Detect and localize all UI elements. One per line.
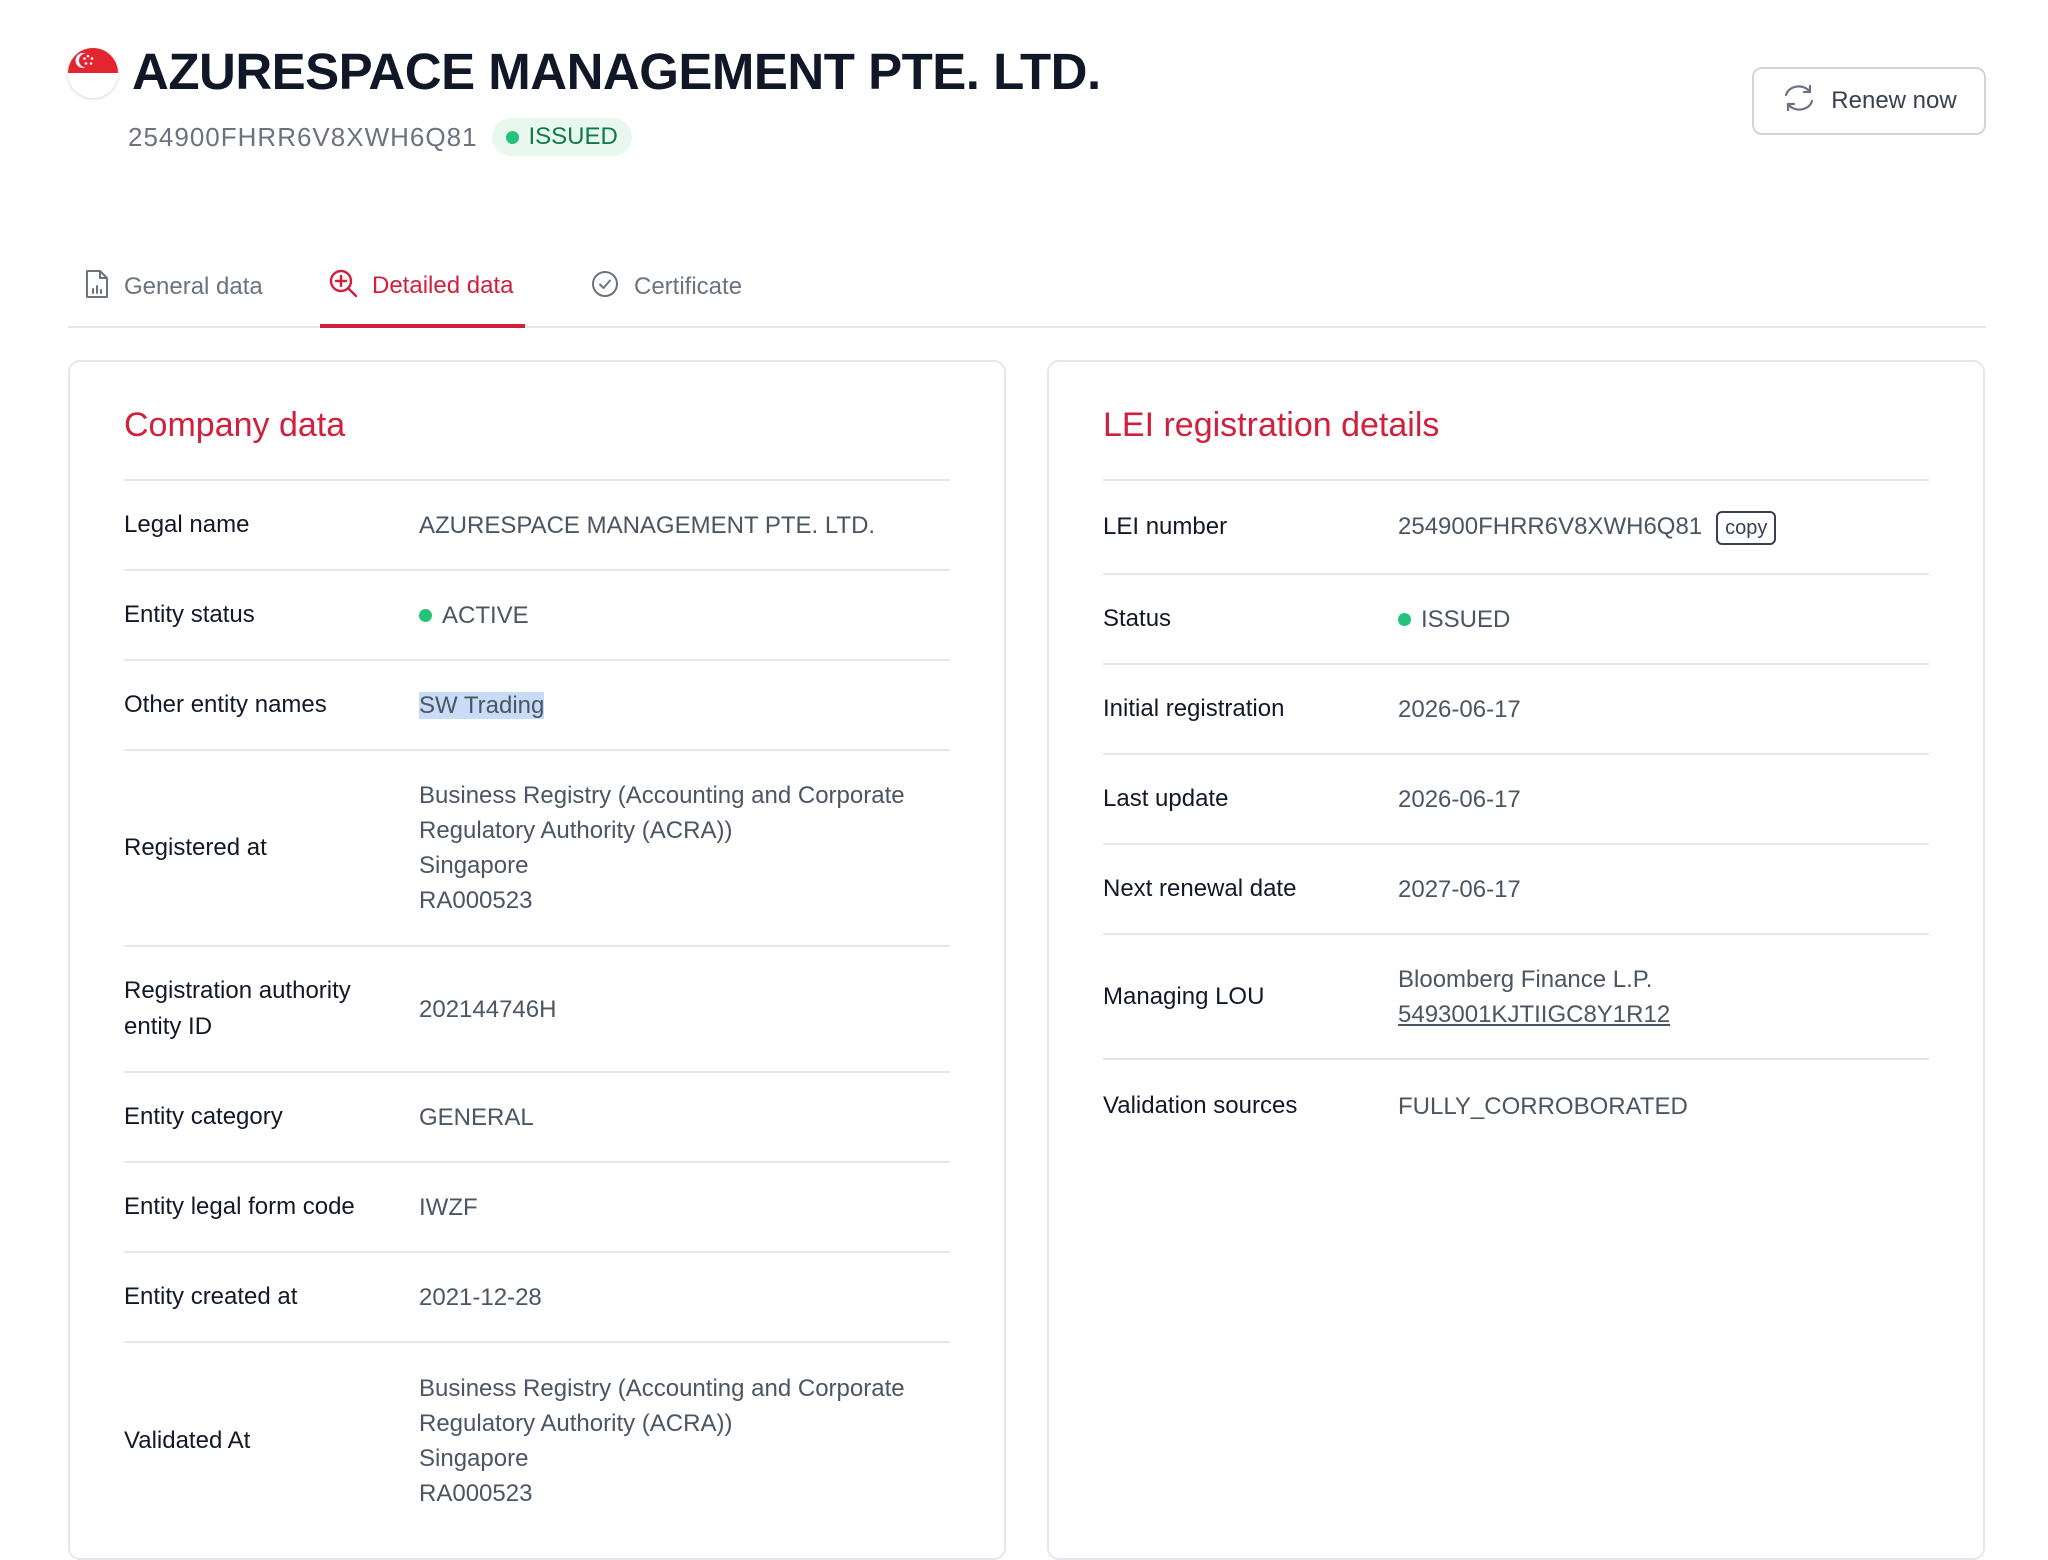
tab-label: General data <box>124 273 263 300</box>
value-line: Regulatory Authority (ACRA)) <box>419 1410 733 1437</box>
managing-lou-name: Bloomberg Finance L.P. <box>1398 965 1653 993</box>
document-chart-icon <box>84 269 110 306</box>
entity-category-value: GENERAL <box>419 1103 534 1131</box>
company-data-card: Company data Legal name AZURESPACE MANAG… <box>68 360 1006 1560</box>
zoom-in-icon <box>328 268 358 305</box>
header-lei-number: 254900FHRR6V8XWH6Q81 <box>128 121 478 152</box>
refresh-icon <box>1781 83 1817 120</box>
managing-lou-link[interactable]: 5493001KJTIIGC8Y1R12 <box>1398 997 1670 1032</box>
lei-registration-card: LEI registration details LEI number 2549… <box>1047 360 1985 1560</box>
company-data-title: Company data <box>124 406 346 444</box>
next-renewal-date-value: 2027-06-17 <box>1398 875 1521 903</box>
managing-lou-value: Bloomberg Finance L.P. 5493001KJTIIGC8Y1… <box>1398 962 1670 1032</box>
lei-row-last-update: Last update 2026-06-17 <box>1103 755 1929 845</box>
row-label: Entity status <box>124 601 255 628</box>
value-line: RA000523 <box>419 887 533 914</box>
lei-registration-list: LEI number 254900FHRR6V8XWH6Q81 copy Stat… <box>1103 479 1929 1152</box>
company-row-validated-at: Validated At Business Registry (Accounti… <box>124 1343 950 1539</box>
row-label: Entity created at <box>124 1283 298 1310</box>
singapore-flag-icon <box>68 48 118 98</box>
company-row-registered-at: Registered at Business Registry (Account… <box>124 751 950 947</box>
initial-registration-value: 2026-06-17 <box>1398 695 1521 723</box>
label-line: Registration authority <box>124 977 351 1004</box>
tab-label: Detailed data <box>372 272 514 299</box>
tab-detailed-data[interactable]: Detailed data <box>320 248 525 328</box>
status-badge: ISSUED <box>491 118 632 156</box>
last-update-value: 2026-06-17 <box>1398 785 1521 813</box>
lei-row-lei-number: LEI number 254900FHRR6V8XWH6Q81 copy <box>1103 481 1929 575</box>
copy-button[interactable]: copy <box>1716 510 1777 545</box>
row-label: Initial registration <box>1103 695 1285 722</box>
selected-text[interactable]: SW Trading <box>419 691 545 719</box>
legal-name-value: AZURESPACE MANAGEMENT PTE. LTD. <box>419 511 876 539</box>
value-line: Regulatory Authority (ACRA)) <box>419 817 733 844</box>
lei-row-initial-registration: Initial registration 2026-06-17 <box>1103 665 1929 755</box>
tab-certificate[interactable]: Certificate <box>582 248 750 326</box>
lei-number-text: 254900FHRR6V8XWH6Q81 <box>1398 513 1703 541</box>
header-subline: 254900FHRR6V8XWH6Q81 ISSUED <box>128 118 632 156</box>
value-line: Business Registry (Accounting and Corpor… <box>419 782 905 809</box>
row-label: Managing LOU <box>1103 982 1265 1010</box>
lei-row-managing-lou: Managing LOU Bloomberg Finance L.P. 5493… <box>1103 935 1929 1060</box>
lei-row-next-renewal-date: Next renewal date 2027-06-17 <box>1103 845 1929 935</box>
company-row-entity-status: Entity status ACTIVE <box>124 571 950 661</box>
lei-registration-title: LEI registration details <box>1103 406 1440 444</box>
page-title: AZURESPACE MANAGEMENT PTE. LTD. <box>132 43 1101 100</box>
validation-sources-value: FULLY_CORROBORATED <box>1398 1092 1688 1120</box>
lei-row-status: Status ISSUED <box>1103 575 1929 665</box>
company-row-entity-category: Entity category GENERAL <box>124 1073 950 1163</box>
value-line: Singapore <box>419 852 529 879</box>
company-row-legal-form-code: Entity legal form code IWZF <box>124 1163 950 1253</box>
status-badge-label: ISSUED <box>528 123 618 150</box>
value-line: Singapore <box>419 1445 529 1472</box>
validated-at-value: Business Registry (Accounting and Corpor… <box>419 1371 905 1511</box>
lei-number-value: 254900FHRR6V8XWH6Q81 copy <box>1398 509 1777 545</box>
registered-at-value: Business Registry (Accounting and Corpor… <box>419 778 905 918</box>
company-row-other-names: Other entity names SW Trading <box>124 661 950 751</box>
row-label: Legal name <box>124 511 250 538</box>
tab-bar: General data Detailed data Certificate <box>68 248 1986 328</box>
other-entity-names-value[interactable]: SW Trading <box>419 688 545 723</box>
tab-general-data[interactable]: General data <box>76 248 271 326</box>
row-label: Registered at <box>124 834 267 861</box>
value-line: Business Registry (Accounting and Corpor… <box>419 1375 905 1402</box>
label-line: entity ID <box>124 1013 213 1040</box>
status-dot-icon <box>1398 612 1411 626</box>
row-label: Validation sources <box>1103 1092 1298 1119</box>
renew-now-button[interactable]: Renew now <box>1752 67 1986 135</box>
row-label: Entity category <box>124 1103 283 1130</box>
entity-created-at-value: 2021-12-28 <box>419 1283 542 1311</box>
row-label: Registration authority entity ID <box>124 973 419 1045</box>
registration-authority-id-value: 202144746H <box>419 995 557 1023</box>
company-row-legal-name: Legal name AZURESPACE MANAGEMENT PTE. LT… <box>124 481 950 571</box>
status-dot-icon <box>505 130 519 144</box>
row-label: Validated At <box>124 1427 251 1454</box>
row-label: Entity legal form code <box>124 1193 355 1220</box>
row-label: Next renewal date <box>1103 875 1297 902</box>
tab-label: Certificate <box>634 273 743 300</box>
row-label: LEI number <box>1103 513 1228 540</box>
renew-now-label: Renew now <box>1831 87 1957 114</box>
company-data-list: Legal name AZURESPACE MANAGEMENT PTE. LT… <box>124 479 950 1539</box>
status-dot-icon <box>419 608 432 622</box>
lei-row-validation-sources: Validation sources FULLY_CORROBORATED <box>1103 1060 1929 1152</box>
row-label: Last update <box>1103 785 1229 812</box>
row-label: Other entity names <box>124 691 327 718</box>
row-label: Status <box>1103 605 1172 632</box>
entity-status-value: ACTIVE <box>419 598 529 633</box>
value-line: RA000523 <box>419 1480 533 1507</box>
company-row-entity-created-at: Entity created at 2021-12-28 <box>124 1253 950 1343</box>
check-circle-icon <box>590 269 620 306</box>
lei-status-value: ISSUED <box>1398 602 1510 637</box>
legal-form-code-value: IWZF <box>419 1193 478 1221</box>
company-row-registration-authority-id: Registration authority entity ID 2021447… <box>124 947 950 1073</box>
entity-status-text: ACTIVE <box>442 601 529 629</box>
lei-status-text: ISSUED <box>1421 605 1511 633</box>
